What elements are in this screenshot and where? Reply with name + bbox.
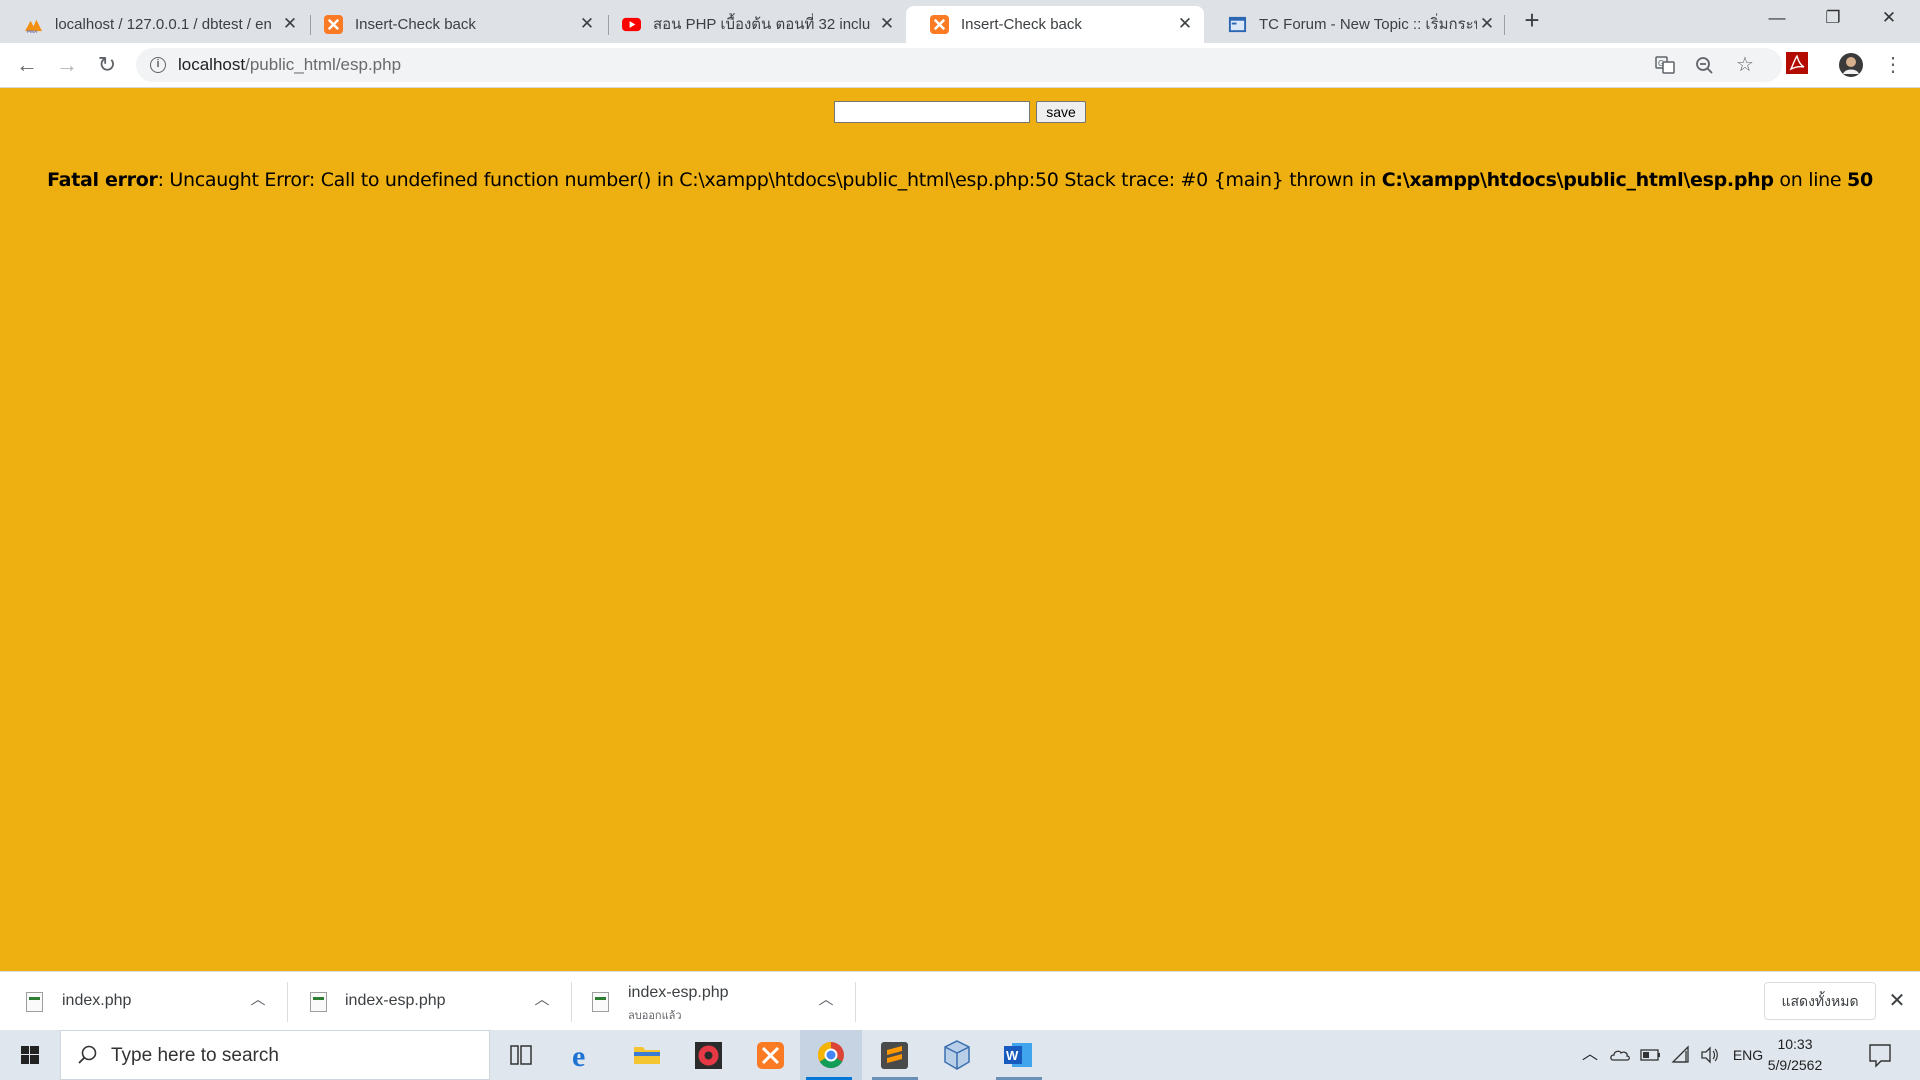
close-tab-icon[interactable]: ✕ xyxy=(281,15,299,33)
error-line-number: 50 xyxy=(1847,169,1873,191)
bookmark-star-icon[interactable]: ☆ xyxy=(1734,55,1756,75)
volume-speaker-icon[interactable] xyxy=(1697,1030,1723,1080)
php-file-icon xyxy=(26,992,43,1012)
phpmyadmin-icon: PMA xyxy=(24,19,43,34)
xampp-control-icon[interactable] xyxy=(742,1030,800,1080)
url-host: localhost xyxy=(178,55,246,74)
close-downloads-icon[interactable]: ✕ xyxy=(1886,990,1908,1012)
chevron-up-icon[interactable]: ︿ xyxy=(248,990,268,1010)
tab-insert-check-back-active[interactable]: Insert-Check back ✕ xyxy=(906,6,1204,43)
error-file: C:\xampp\htdocs\public_html\esp.php xyxy=(1381,169,1774,191)
search-placeholder: Type here to search xyxy=(111,1045,279,1066)
chrome-menu-icon[interactable]: ⋮ xyxy=(1880,52,1906,78)
minimize-icon[interactable]: — xyxy=(1754,0,1800,36)
translate-icon[interactable]: G xyxy=(1654,56,1676,74)
new-tab-plus-icon[interactable]: + xyxy=(1520,7,1544,33)
close-tab-icon[interactable]: ✕ xyxy=(1478,15,1496,33)
restore-icon[interactable]: ❐ xyxy=(1810,0,1856,36)
show-hidden-icons-chevron-icon[interactable]: ︿ xyxy=(1578,1030,1602,1080)
svg-text:W: W xyxy=(1006,1048,1019,1063)
onedrive-cloud-icon[interactable] xyxy=(1607,1030,1633,1080)
download-item[interactable]: index-esp.php ลบออกแล้ว ︿ xyxy=(572,972,854,1031)
action-center-notification-icon[interactable] xyxy=(1864,1030,1896,1080)
close-tab-icon[interactable]: ✕ xyxy=(1176,15,1194,33)
url-text[interactable]: localhost/public_html/esp.php xyxy=(178,48,401,82)
tab-phpmyadmin[interactable]: PMA localhost / 127.0.0.1 / dbtest / en … xyxy=(0,6,300,43)
tab-title: localhost / 127.0.0.1 / dbtest / en xyxy=(55,16,272,33)
xampp-icon xyxy=(324,15,343,34)
wifi-icon[interactable] xyxy=(1668,1030,1694,1080)
page-content: save Fatal error: Uncaught Error: Call t… xyxy=(0,89,1920,971)
site-info-icon[interactable]: i xyxy=(150,57,166,73)
download-item[interactable]: index-esp.php ︿ xyxy=(288,972,570,1031)
php-fatal-error: Fatal error: Uncaught Error: Call to und… xyxy=(0,169,1920,191)
forum-icon xyxy=(1228,16,1247,33)
taskbar-search-box[interactable]: Type here to search xyxy=(60,1030,490,1080)
download-item[interactable]: index.php ︿ xyxy=(0,972,286,1031)
xampp-icon xyxy=(930,15,949,34)
text-input[interactable] xyxy=(834,101,1030,123)
php-file-icon xyxy=(592,992,609,1012)
virtualbox-cube-icon[interactable] xyxy=(928,1030,986,1080)
edge-browser-icon[interactable]: e xyxy=(556,1030,614,1080)
windows-taskbar: Type here to search e W ︿ ENG 10:33 5/9/… xyxy=(0,1030,1920,1080)
chevron-up-icon[interactable]: ︿ xyxy=(532,990,552,1010)
clock-date: 5/9/2562 xyxy=(1767,1057,1823,1073)
sublime-text-icon[interactable] xyxy=(866,1030,924,1080)
windows-start-icon[interactable] xyxy=(0,1030,60,1080)
php-file-icon xyxy=(310,992,327,1012)
task-view-icon[interactable] xyxy=(492,1030,550,1080)
system-clock[interactable]: 10:33 5/9/2562 xyxy=(1760,1034,1830,1076)
tab-insert-check-back[interactable]: Insert-Check back ✕ xyxy=(300,6,598,43)
error-label: Fatal error xyxy=(47,169,158,191)
tab-tc-forum[interactable]: TC Forum - New Topic :: เริ่มกระทู้ใ ✕ xyxy=(1204,6,1502,43)
tab-strip: PMA localhost / 127.0.0.1 / dbtest / en … xyxy=(0,0,1920,43)
save-button[interactable]: save xyxy=(1036,101,1086,123)
download-filename: index-esp.php xyxy=(628,984,729,1001)
chrome-canary-icon[interactable] xyxy=(680,1030,738,1080)
url-path: /public_html/esp.php xyxy=(245,55,402,74)
chevron-up-icon[interactable]: ︿ xyxy=(816,990,836,1010)
svg-text:G: G xyxy=(1658,59,1664,68)
youtube-icon xyxy=(622,17,641,32)
zoom-out-icon[interactable] xyxy=(1694,56,1716,74)
download-filename: index-esp.php xyxy=(345,992,446,1009)
download-status: ลบออกแล้ว xyxy=(628,1010,682,1022)
error-on-line: on line xyxy=(1773,169,1848,191)
file-explorer-icon[interactable] xyxy=(618,1030,676,1080)
tab-title: TC Forum - New Topic :: เริ่มกระทู้ใ xyxy=(1259,16,1477,33)
tab-youtube[interactable]: สอน PHP เบื้องต้น ตอนที่ 32 include ✕ xyxy=(598,6,896,43)
show-all-button[interactable]: แสดงทั้งหมด xyxy=(1764,982,1876,1020)
tab-title: สอน PHP เบื้องต้น ตอนที่ 32 include xyxy=(653,16,871,33)
tab-title: Insert-Check back xyxy=(961,16,1082,33)
chrome-icon[interactable] xyxy=(800,1030,862,1080)
clock-time: 10:33 xyxy=(1777,1036,1813,1052)
close-tab-icon[interactable]: ✕ xyxy=(878,15,896,33)
profile-avatar[interactable] xyxy=(1838,52,1864,78)
battery-icon[interactable] xyxy=(1638,1030,1664,1080)
adobe-acrobat-icon[interactable] xyxy=(1784,52,1810,78)
tab-separator xyxy=(1504,15,1505,35)
close-tab-icon[interactable]: ✕ xyxy=(578,15,596,33)
svg-text:PMA: PMA xyxy=(27,29,38,34)
error-message: : Uncaught Error: Call to undefined func… xyxy=(157,169,1382,191)
divider xyxy=(855,982,856,1022)
download-filename: index.php xyxy=(62,992,132,1009)
svg-text:e: e xyxy=(572,1040,585,1073)
close-window-icon[interactable]: ✕ xyxy=(1866,0,1912,36)
downloads-bar: index.php ︿ index-esp.php ︿ index-esp.ph… xyxy=(0,971,1920,1030)
reload-icon[interactable]: ↻ xyxy=(93,51,121,79)
search-icon xyxy=(78,1045,97,1064)
forward-arrow-icon[interactable]: → xyxy=(53,51,81,79)
microsoft-word-icon[interactable]: W xyxy=(990,1030,1048,1080)
back-arrow-icon[interactable]: ← xyxy=(13,51,41,79)
tab-title: Insert-Check back xyxy=(355,16,476,33)
address-bar[interactable]: i localhost/public_html/esp.php G ☆ xyxy=(136,48,1782,82)
browser-toolbar: ← → ↻ i localhost/public_html/esp.php G … xyxy=(0,43,1920,88)
